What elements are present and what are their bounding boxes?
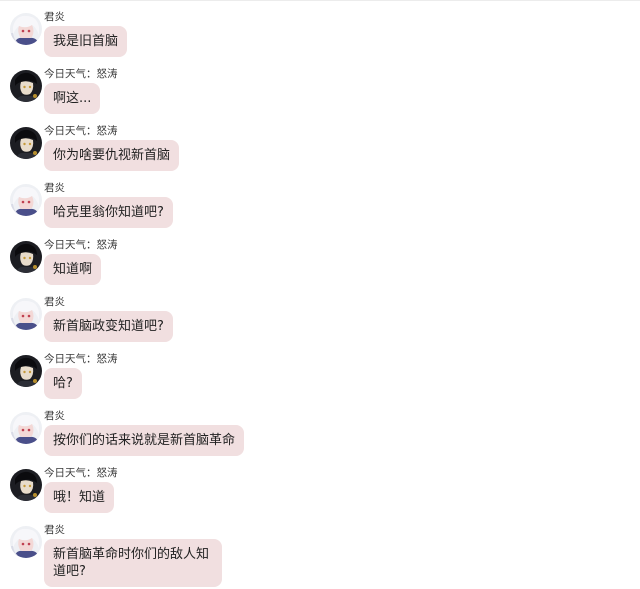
message-bubble: 新首脑革命时你们的敌人知道吧?: [44, 539, 222, 587]
sender-name: 君炎: [44, 182, 65, 194]
message-bubble: 哦！知道: [44, 482, 115, 513]
sender-name: 君炎: [44, 296, 65, 308]
message-bubble: 知道啊: [44, 254, 102, 285]
sender-name: 君炎: [44, 524, 65, 536]
sender-name: 君炎: [44, 410, 65, 422]
sender-name: 君炎: [44, 11, 65, 23]
white-hair-anime-avatar-icon[interactable]: [10, 526, 42, 558]
sender-name: 今日天气：怒涛: [44, 68, 118, 80]
sender-name: 今日天气：怒涛: [44, 239, 118, 251]
dark-hair-anime-avatar-icon[interactable]: [10, 70, 42, 102]
dark-hair-anime-avatar-icon[interactable]: [10, 469, 42, 501]
dark-hair-anime-avatar-icon[interactable]: [10, 355, 42, 387]
white-hair-anime-avatar-icon[interactable]: [10, 13, 42, 45]
sender-name: 今日天气：怒涛: [44, 353, 118, 365]
chat-log: 君炎 我是旧首脑 今日天气：怒涛 啊这... 今日天气：怒涛 你为啥要仇视新首脑…: [0, 0, 640, 589]
message-bubble: 啊这...: [44, 83, 101, 114]
message-bubble: 新首脑政变知道吧?: [44, 311, 173, 342]
message-bubble: 哈克里翁你知道吧?: [44, 197, 173, 228]
dark-hair-anime-avatar-icon[interactable]: [10, 241, 42, 273]
message-bubble: 哈?: [44, 368, 82, 399]
sender-name: 今日天气：怒涛: [44, 125, 118, 137]
white-hair-anime-avatar-icon[interactable]: [10, 184, 42, 216]
message-bubble: 我是旧首脑: [44, 26, 128, 57]
white-hair-anime-avatar-icon[interactable]: [10, 412, 42, 444]
white-hair-anime-avatar-icon[interactable]: [10, 298, 42, 330]
message-bubble: 你为啥要仇视新首脑: [44, 140, 180, 171]
dark-hair-anime-avatar-icon[interactable]: [10, 127, 42, 159]
sender-name: 今日天气：怒涛: [44, 467, 118, 479]
message-bubble: 按你们的话来说就是新首脑革命: [44, 425, 245, 456]
